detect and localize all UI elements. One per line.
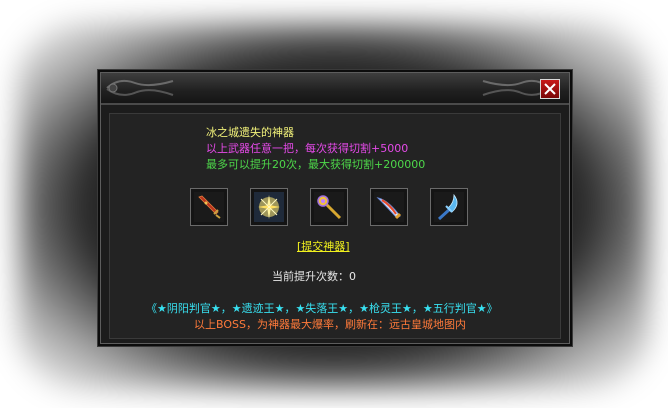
weapon-slot-1[interactable] <box>190 188 228 226</box>
golden-staff-icon <box>314 192 344 222</box>
boss-drop-note: 以上BOSS，为神器最大爆率，刷新在：远古皇城地图内 <box>194 318 466 331</box>
flame-blade-icon <box>374 192 404 222</box>
upgrade-count-value: 0 <box>349 270 356 283</box>
dialog-titlebar[interactable] <box>101 73 569 105</box>
boss-list: 《★阴阳判官★，★遗迹王★，★失落王★，★枪灵王★，★五行判官★》 <box>146 302 498 315</box>
weapon-slot-3[interactable] <box>310 188 348 226</box>
close-icon <box>544 83 556 95</box>
red-sword-icon <box>194 192 224 222</box>
titlebar-ornament-left <box>106 79 174 96</box>
upgrade-count-label: 当前提升次数： <box>272 270 349 283</box>
submit-artifact-button[interactable]: [提交神器] <box>297 238 350 254</box>
weapon-slot-5[interactable] <box>430 188 468 226</box>
artifact-title: 冰之城遗失的神器 <box>206 126 294 139</box>
max-upgrade-description: 最多可以提升20次，最大获得切割+200000 <box>206 158 426 171</box>
weapon-slot-4[interactable] <box>370 188 408 226</box>
close-button[interactable] <box>540 79 560 99</box>
upgrade-count-row: 当前提升次数：0 <box>272 270 356 284</box>
golden-radiant-sword-icon <box>254 192 284 222</box>
weapon-slot-2[interactable] <box>250 188 288 226</box>
blue-crescent-blade-icon <box>434 192 464 222</box>
dialog-content: 冰之城遗失的神器 以上武器任意一把，每次获得切割+5000 最多可以提升20次，… <box>109 113 561 339</box>
reward-description: 以上武器任意一把，每次获得切割+5000 <box>206 142 409 155</box>
artifact-dialog: 冰之城遗失的神器 以上武器任意一把，每次获得切割+5000 最多可以提升20次，… <box>100 72 570 344</box>
